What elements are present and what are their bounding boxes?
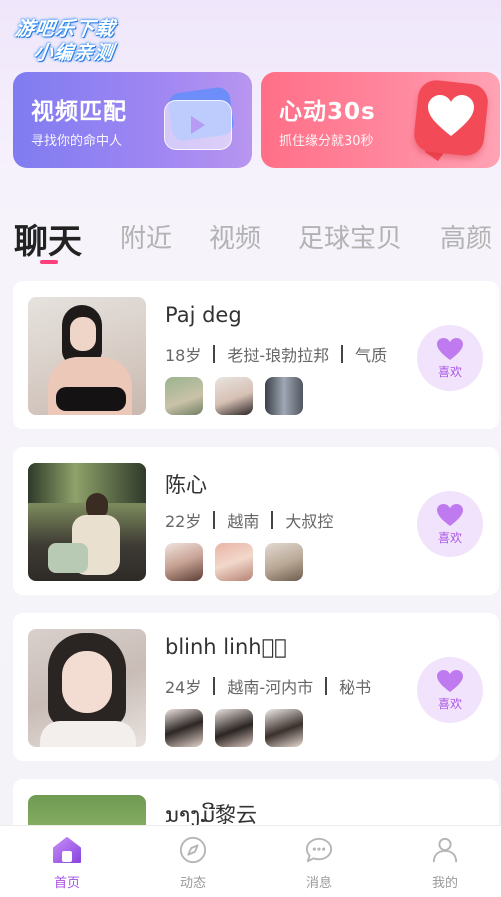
- chat-bubble-icon: [305, 837, 333, 863]
- like-label: 喜欢: [437, 365, 462, 379]
- video-match-subtitle: 寻找你的命中人: [31, 134, 123, 149]
- photo-thumbnails: [165, 543, 303, 581]
- tab-video[interactable]: 视频: [209, 218, 261, 255]
- like-button[interactable]: 喜欢: [417, 657, 483, 723]
- nav-moments[interactable]: 动态: [158, 836, 228, 891]
- heart-icon: [437, 670, 463, 692]
- user-card[interactable]: blinh linh   24岁 越南-河内市 秘书 喜欢: [13, 613, 499, 761]
- home-icon: [53, 837, 81, 863]
- thumbnail[interactable]: [215, 377, 253, 415]
- divider: [325, 677, 328, 695]
- logo-line1: 游吧乐下载: [13, 18, 117, 40]
- heartbeat-subtitle: 抓住缘分就30秒: [279, 134, 374, 149]
- user-location: 老挝-琅勃拉邦: [227, 346, 330, 365]
- user-tag: 气质: [355, 346, 388, 365]
- tab-football-babe[interactable]: 足球宝贝: [298, 218, 402, 255]
- divider: [341, 345, 344, 363]
- nav-home-label: 首页: [53, 876, 80, 891]
- thumbnail[interactable]: [165, 543, 203, 581]
- heart-icon: [437, 338, 463, 360]
- nav-moments-label: 动态: [179, 876, 206, 891]
- video-play-icon: [164, 85, 238, 152]
- like-label: 喜欢: [437, 531, 462, 545]
- nav-profile[interactable]: 我的: [410, 836, 480, 891]
- user-location: 越南: [227, 512, 260, 531]
- user-photo[interactable]: [28, 629, 146, 747]
- heart-icon: [437, 504, 463, 526]
- user-name: 陈心: [165, 473, 207, 497]
- user-age: 22岁: [165, 512, 202, 531]
- user-age: 24岁: [165, 678, 202, 697]
- thumbnail[interactable]: [165, 377, 203, 415]
- thumbnail[interactable]: [215, 709, 253, 747]
- divider: [271, 511, 274, 529]
- divider: [213, 511, 216, 529]
- photo-thumbnails: [165, 377, 303, 415]
- video-match-title: 视频匹配: [31, 99, 127, 125]
- thumbnail[interactable]: [265, 543, 303, 581]
- nav-home[interactable]: 首页: [32, 836, 102, 891]
- heartbeat-title: 心动30s: [279, 99, 376, 125]
- user-photo[interactable]: [28, 463, 146, 581]
- tab-good-looks[interactable]: 高颜: [440, 218, 492, 255]
- thumbnail[interactable]: [265, 709, 303, 747]
- user-card[interactable]: Paj deg 18岁 老挝-琅勃拉邦 气质 喜欢: [13, 281, 499, 429]
- user-photo[interactable]: [28, 297, 146, 415]
- thumbnail[interactable]: [265, 377, 303, 415]
- tab-nearby[interactable]: 附近: [120, 218, 172, 255]
- heartbeat-30s-banner[interactable]: 心动30s 抓住缘分就30秒: [261, 72, 500, 168]
- photo-thumbnails: [165, 709, 303, 747]
- app-logo: 游吧乐下载 小编亲测: [6, 12, 153, 64]
- heart-bubble-icon: [408, 78, 490, 162]
- user-tag: 大叔控: [285, 512, 334, 531]
- thumbnail[interactable]: [215, 543, 253, 581]
- user-name: Paj deg: [165, 303, 242, 327]
- divider: [213, 345, 216, 363]
- user-name: blinh linh  : [165, 635, 287, 659]
- nav-messages[interactable]: 消息: [284, 836, 354, 891]
- like-button[interactable]: 喜欢: [417, 491, 483, 557]
- person-icon: [432, 837, 458, 863]
- user-tag: 秘书: [339, 678, 372, 697]
- nav-messages-label: 消息: [305, 876, 332, 891]
- user-card[interactable]: 陈心 22岁 越南 大叔控 喜欢: [13, 447, 499, 595]
- like-label: 喜欢: [437, 697, 462, 711]
- category-tabs: 聊天 附近 视频 足球宝贝 高颜: [0, 210, 501, 270]
- nav-profile-label: 我的: [431, 876, 458, 891]
- bottom-nav: 首页 动态 消息 我的: [0, 825, 501, 897]
- user-location: 越南-河内市: [227, 678, 314, 697]
- user-age: 18岁: [165, 346, 202, 365]
- thumbnail[interactable]: [165, 709, 203, 747]
- compass-icon: [179, 836, 207, 864]
- logo-line2: 小编亲测: [32, 42, 116, 64]
- user-meta: 18岁 老挝-琅勃拉邦 气质: [165, 342, 387, 366]
- video-match-banner[interactable]: 视频匹配 寻找你的命中人: [13, 72, 252, 168]
- tab-chat[interactable]: 聊天: [14, 214, 82, 263]
- user-meta: 22岁 越南 大叔控: [165, 508, 333, 532]
- divider: [213, 677, 216, 695]
- user-meta: 24岁 越南-河内市 秘书: [165, 674, 371, 698]
- active-tab-indicator: [40, 260, 58, 264]
- like-button[interactable]: 喜欢: [417, 325, 483, 391]
